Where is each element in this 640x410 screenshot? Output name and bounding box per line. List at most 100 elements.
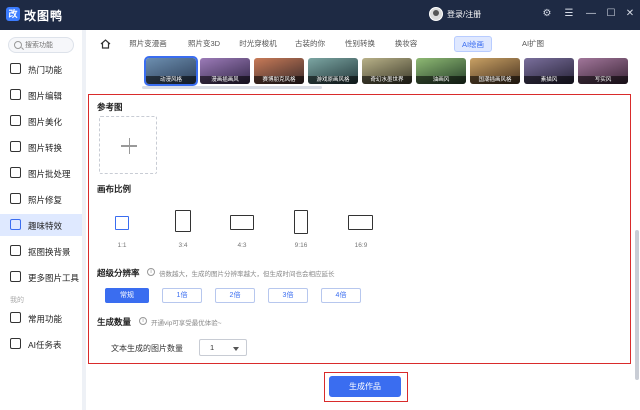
main-scrollbar[interactable] [635, 230, 639, 380]
style-thumb[interactable]: 赛博朋克风格 [254, 58, 304, 84]
repair-icon [10, 193, 21, 204]
sidebar-item-label: 抠图换背景 [28, 247, 71, 257]
scale-option-3x[interactable]: 3倍 [268, 288, 308, 303]
style-caption: 国潮插画风格 [470, 76, 520, 84]
style-caption: 漫画插画风 [200, 76, 250, 84]
style-thumb[interactable]: 国潮插画风格 [470, 58, 520, 84]
minimize-button[interactable]: — [584, 7, 598, 21]
style-caption: 奇幻水墨世界 [362, 76, 412, 84]
style-thumb[interactable]: 奇幻水墨世界 [362, 58, 412, 84]
sidebar-item-beautify[interactable]: 图片美化 [0, 110, 82, 132]
ratio-label: 16:9 [354, 242, 368, 249]
convert-icon [10, 141, 21, 152]
sidebar-item-label: 趣味特效 [28, 221, 63, 231]
home-icon[interactable] [100, 39, 111, 49]
quantity-hint: 开通vip可享受最优体验~ [151, 320, 222, 327]
sidebar-item-label: 图片美化 [28, 117, 63, 127]
ratio-label: 3:4 [178, 242, 188, 249]
ratio-label: 1:1 [117, 242, 127, 249]
chevron-down-icon [233, 347, 239, 351]
ratio-option-3-4[interactable] [175, 210, 191, 232]
sidebar-item-convert[interactable]: 图片转换 [0, 136, 82, 158]
sidebar-item-image-edit[interactable]: 图片编辑 [0, 84, 82, 106]
sidebar-item-ai-tasks[interactable]: AI任务表 [0, 333, 82, 355]
ai-task-icon [10, 338, 21, 349]
tab-gender-swap[interactable]: 性别转换 [340, 36, 380, 52]
style-thumb[interactable]: 漫画插画风 [200, 58, 250, 84]
section-label-mine: 我的 [10, 297, 24, 304]
more-tools-icon [10, 271, 21, 282]
scale-option-4x[interactable]: 4倍 [321, 288, 361, 303]
magic-wand-icon [10, 219, 21, 230]
tab-time-machine[interactable]: 时光穿梭机 [236, 36, 280, 52]
cutout-icon [10, 245, 21, 256]
tab-photo-to-3d[interactable]: 照片变3D [182, 36, 226, 52]
menu-icon[interactable]: ☰ [562, 7, 576, 21]
sidebar-item-favorites[interactable]: 常用功能 [0, 307, 82, 329]
sidebar-item-hot[interactable]: 热门功能 [0, 58, 82, 80]
scale-option-1x[interactable]: 1倍 [162, 288, 202, 303]
tab-photo-to-comic[interactable]: 照片变漫画 [124, 36, 172, 52]
ratio-heading: 画布比例 [97, 184, 132, 194]
sidebar-item-cutout[interactable]: 抠图换背景 [0, 240, 82, 262]
search-box[interactable] [8, 37, 74, 53]
avatar[interactable] [429, 7, 443, 21]
sidebar-item-label: 照片修复 [28, 195, 63, 205]
style-thumb[interactable]: 游戏原画风格 [308, 58, 358, 84]
quantity-label: 文本生成的图片数量 [111, 344, 183, 353]
app-title: 改图鸭 [24, 9, 64, 23]
maximize-button[interactable]: ☐ [604, 7, 618, 21]
batch-icon [10, 167, 21, 178]
info-icon: i [147, 268, 155, 276]
generate-button[interactable]: 生成作品 [329, 376, 401, 397]
style-thumb[interactable]: 写实风 [578, 58, 628, 84]
sidebar-item-label: 图片编辑 [28, 91, 63, 101]
tab-makeup[interactable]: 换妆容 [390, 36, 422, 52]
quantity-heading: 生成数量 [97, 317, 132, 327]
upload-reference-button[interactable] [99, 116, 157, 174]
sidebar-item-effects[interactable]: 趣味特效 [0, 214, 82, 236]
beautify-icon [10, 115, 21, 126]
grid-icon [10, 312, 21, 323]
ratio-option-1-1[interactable] [115, 216, 129, 230]
style-thumb[interactable]: 素描风 [524, 58, 574, 84]
sidebar-item-batch[interactable]: 图片批处理 [0, 162, 82, 184]
tab-ancient-costume[interactable]: 古装的你 [290, 36, 330, 52]
style-caption: 游戏原画风格 [308, 76, 358, 84]
scale-option-normal[interactable]: 常规 [105, 288, 149, 303]
login-link[interactable]: 登录/注册 [447, 9, 481, 20]
sidebar-item-label: 图片批处理 [28, 169, 71, 179]
ratio-label: 4:3 [237, 242, 247, 249]
scale-option-2x[interactable]: 2倍 [215, 288, 255, 303]
quantity-select[interactable]: 1 [199, 339, 247, 356]
super-resolution-hint: 倍数越大，生成的图片分辨率越大，但生成时间也会相应延长 [159, 271, 335, 278]
close-button[interactable]: ✕ [623, 7, 637, 21]
ratio-option-16-9[interactable] [348, 215, 373, 230]
title-bar: 改 改图鸭 登录/注册 ⚙ ☰ — ☐ ✕ [0, 0, 640, 30]
sidebar-item-label: 常用功能 [28, 314, 63, 324]
settings-icon[interactable]: ⚙ [540, 7, 554, 21]
sidebar-item-label: 更多图片工具 [28, 273, 80, 283]
sidebar-item-label: 图片转换 [28, 143, 63, 153]
sidebar: 热门功能 图片编辑 图片美化 图片转换 图片批处理 照片修复 趣味特效 抠图换背… [0, 30, 82, 410]
ratio-option-4-3[interactable] [230, 215, 254, 230]
search-input[interactable] [25, 40, 71, 50]
app-logo-icon: 改 [6, 7, 20, 21]
image-edit-icon [10, 89, 21, 100]
tab-ai-expand[interactable]: AI扩图 [516, 36, 550, 52]
sidebar-item-more-tools[interactable]: 更多图片工具 [0, 266, 82, 288]
style-caption: 素描风 [524, 76, 574, 84]
tab-ai-painting[interactable]: AI绘画 [454, 36, 492, 52]
sidebar-item-repair[interactable]: 照片修复 [0, 188, 82, 210]
settings-panel: 参考图 画布比例 1:1 3:4 4:3 9:16 16:9 超级分辨率 i 倍… [88, 94, 631, 364]
sidebar-item-label: AI任务表 [28, 340, 62, 350]
ratio-option-9-16[interactable] [294, 210, 308, 234]
main-panel: 照片变漫画 照片变3D 时光穿梭机 古装的你 性别转换 换妆容 AI绘画 AI扩… [86, 30, 640, 410]
style-thumb[interactable]: 油画风 [416, 58, 466, 84]
style-caption: 油画风 [416, 76, 466, 84]
ratio-label: 9:16 [294, 242, 308, 249]
carousel-scrollbar[interactable] [142, 86, 322, 89]
search-icon [14, 41, 22, 49]
style-caption: 写实风 [578, 76, 628, 84]
style-thumb[interactable]: 动漫风格 [144, 56, 198, 86]
